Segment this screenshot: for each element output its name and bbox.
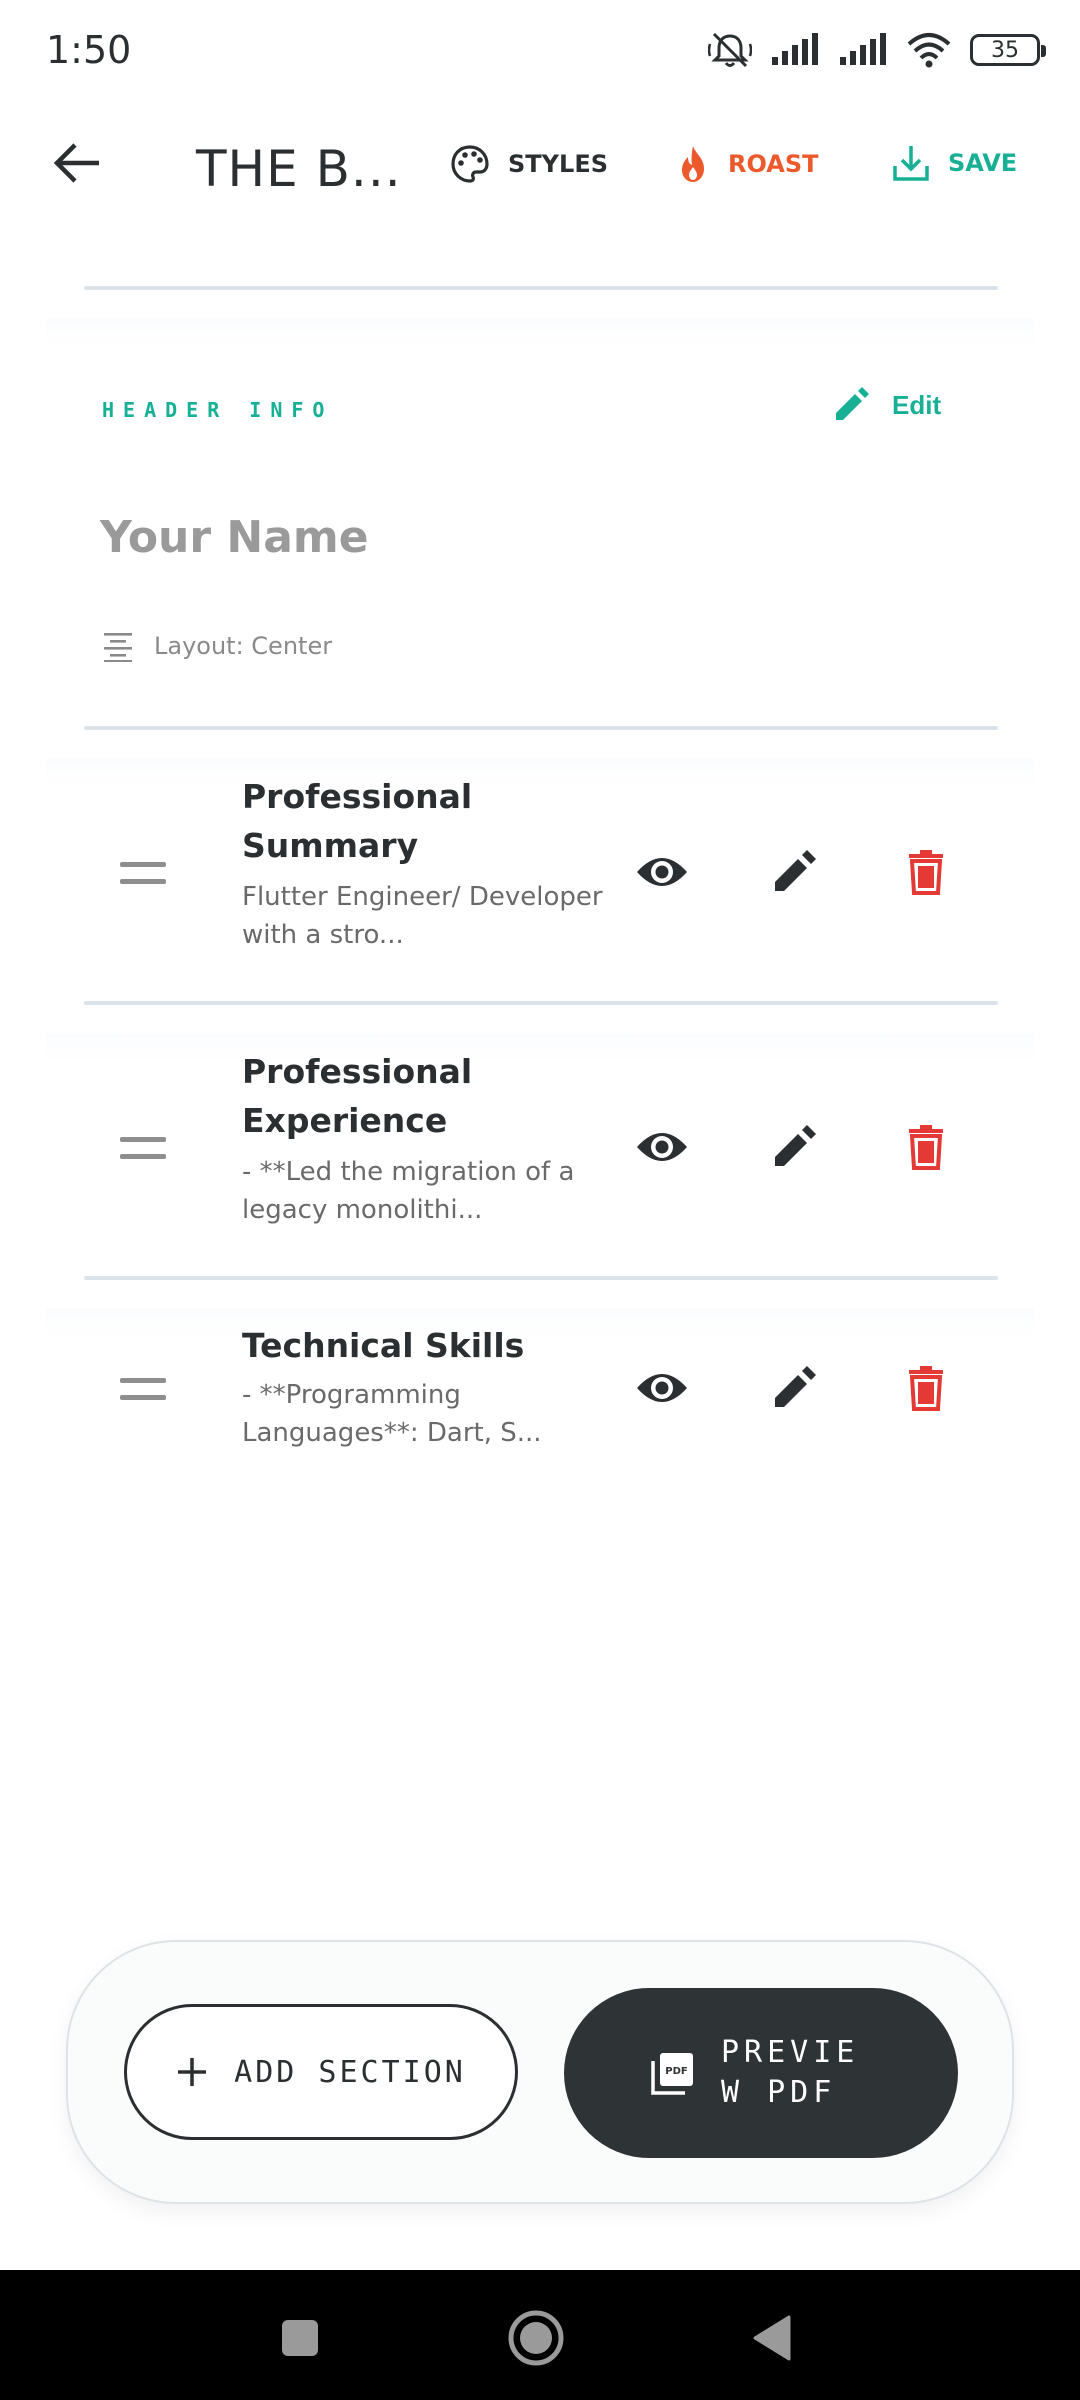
visibility-button[interactable]	[630, 840, 694, 904]
wifi-icon	[907, 33, 951, 68]
pdf-icon: PDF	[651, 2053, 693, 2095]
signal-icon-1	[772, 33, 818, 65]
plus-icon	[178, 2058, 207, 2086]
back-nav-button[interactable]	[740, 2306, 804, 2370]
eye-icon	[637, 1374, 687, 1402]
section-card[interactable]: Professional Summary Flutter Engineer/ D…	[46, 730, 1034, 1000]
section-card[interactable]: Professional Experience - **Led the migr…	[46, 1005, 1034, 1275]
styles-button[interactable]: STYLES	[450, 144, 608, 184]
page-title: THE B...	[196, 140, 402, 198]
section-description: Flutter Engineer/ Developer with a stro.…	[242, 882, 603, 950]
edit-header-button[interactable]: Edit	[832, 386, 941, 424]
roast-label: ROAST	[728, 150, 819, 178]
eye-icon	[637, 858, 687, 886]
visibility-button[interactable]	[630, 1356, 694, 1420]
trash-icon	[909, 850, 943, 895]
eye-icon	[637, 1133, 687, 1161]
section-description: - **Led the migration of a legacy monoli…	[242, 1157, 575, 1225]
status-icons: 35	[708, 30, 1046, 70]
align-center-icon	[104, 633, 132, 662]
drag-handle[interactable]	[120, 1378, 166, 1400]
system-navigation-bar	[0, 2270, 1080, 2400]
section-title: Professional Experience	[242, 1052, 473, 1140]
trash-icon	[909, 1366, 943, 1411]
header-info-card: HEADER INFO Edit Your Name Layout: Cente…	[46, 300, 1034, 720]
layout-label: Layout: Center	[154, 632, 333, 660]
roast-button[interactable]: ROAST	[676, 144, 818, 184]
delete-section-button[interactable]	[894, 840, 958, 904]
home-circle-icon	[508, 2310, 564, 2366]
back-button[interactable]	[46, 132, 108, 194]
square-icon	[282, 2320, 318, 2356]
add-section-label: ADD SECTION	[234, 2054, 466, 2090]
visibility-button[interactable]	[630, 1115, 694, 1179]
edit-section-button[interactable]	[762, 1115, 826, 1179]
arrow-left-icon	[53, 143, 99, 183]
drag-handle[interactable]	[120, 862, 166, 884]
name-placeholder: Your Name	[100, 512, 369, 563]
download-icon	[893, 146, 929, 181]
battery-indicator: 35	[970, 34, 1046, 66]
app-bar: THE B... STYLES ROAST SAVE	[0, 110, 1080, 224]
recents-button[interactable]	[268, 2306, 332, 2370]
section-title: Professional Summary	[242, 777, 473, 865]
delete-section-button[interactable]	[894, 1115, 958, 1179]
pencil-icon	[775, 850, 816, 891]
add-section-button[interactable]: ADD SECTION	[124, 2004, 518, 2140]
section-title: Technical Skills	[242, 1326, 525, 1365]
pencil-icon	[775, 1125, 816, 1166]
preview-pdf-button[interactable]: PDF PREVIEW PDF	[564, 1988, 958, 2158]
save-label: SAVE	[948, 149, 1018, 177]
svg-text:PDF: PDF	[665, 2066, 687, 2077]
edit-section-button[interactable]	[762, 1356, 826, 1420]
edit-label: Edit	[892, 389, 942, 420]
home-button[interactable]	[504, 2306, 568, 2370]
section-card[interactable]: Technical Skills - **Programming Languag…	[46, 1280, 1034, 1480]
preview-pdf-label: PREVIEW PDF	[721, 2035, 860, 2110]
triangle-back-icon	[753, 2315, 791, 2361]
delete-section-button[interactable]	[894, 1356, 958, 1420]
flame-icon	[682, 146, 704, 182]
pencil-icon	[775, 1366, 816, 1407]
header-info-label: HEADER INFO	[102, 398, 334, 422]
pencil-icon	[836, 387, 869, 420]
divider	[84, 286, 998, 290]
styles-label: STYLES	[508, 150, 609, 178]
signal-icon-2	[840, 33, 886, 65]
status-bar: 1:50 35	[0, 0, 1080, 100]
section-description: - **Programming Languages**: Dart, S...	[242, 1380, 542, 1448]
trash-icon	[909, 1125, 943, 1170]
bottom-action-panel: ADD SECTION PDF PREVIEW PDF	[66, 1940, 1014, 2204]
status-time: 1:50	[46, 28, 132, 72]
save-button[interactable]: SAVE	[892, 144, 1017, 182]
drag-handle[interactable]	[120, 1137, 166, 1159]
battery-level: 35	[991, 37, 1019, 63]
edit-section-button[interactable]	[762, 840, 826, 904]
palette-icon	[451, 145, 489, 183]
layout-indicator: Layout: Center	[102, 630, 332, 662]
muted-bell-icon	[708, 32, 752, 68]
